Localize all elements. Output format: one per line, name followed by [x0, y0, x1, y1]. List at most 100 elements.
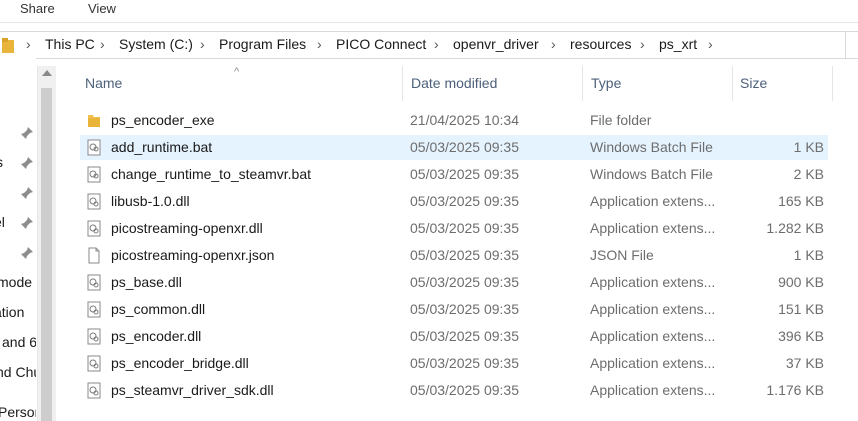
pin-icon[interactable] — [20, 246, 34, 260]
column-separator[interactable] — [582, 66, 583, 101]
list-item[interactable]: add_runtime.bat 05/03/2025 09:35 Windows… — [80, 135, 828, 160]
nav-item[interactable]: nd Chu — [0, 364, 36, 380]
breadcrumb-this-pc[interactable]: This PC — [45, 36, 95, 52]
file-type: Application extens... — [590, 355, 716, 371]
list-item[interactable]: ps_steamvr_driver_sdk.dll 05/03/2025 09:… — [80, 378, 828, 403]
file-name: ps_common.dll — [111, 301, 206, 317]
list-item[interactable]: ps_encoder_bridge.dll 05/03/2025 09:35 A… — [80, 351, 828, 376]
list-item[interactable]: ps_base.dll 05/03/2025 09:35 Application… — [80, 270, 828, 295]
file-type: Application extens... — [590, 301, 716, 317]
column-header-date-modified[interactable]: Date modified — [411, 66, 497, 101]
list-item[interactable]: ps_encoder_exe 21/04/2025 10:34 File fol… — [80, 108, 828, 133]
column-separator[interactable] — [832, 66, 833, 101]
dll-file-icon — [87, 301, 101, 318]
pin-icon[interactable] — [20, 186, 34, 200]
nav-scrollbar[interactable] — [37, 66, 56, 421]
breadcrumb-system-c[interactable]: System (C:) — [119, 36, 193, 52]
nav-item[interactable]: s — [0, 154, 3, 170]
batch-file-icon — [87, 139, 101, 156]
dll-file-icon — [87, 328, 101, 345]
column-header-name[interactable]: Name — [85, 66, 122, 101]
pin-icon[interactable] — [20, 126, 34, 140]
file-name: ps_base.dll — [111, 274, 182, 290]
file-type: Windows Batch File — [590, 166, 713, 182]
file-name: change_runtime_to_steamvr.bat — [111, 166, 312, 182]
file-type: Application extens... — [590, 274, 716, 290]
file-type: Application extens... — [590, 220, 716, 236]
file-type: Application extens... — [590, 382, 716, 398]
dll-file-icon — [87, 274, 101, 291]
list-item[interactable]: change_runtime_to_steamvr.bat 05/03/2025… — [80, 162, 828, 187]
scroll-up-icon[interactable] — [42, 70, 52, 76]
list-item[interactable]: picostreaming-openxr.dll 05/03/2025 09:3… — [80, 216, 828, 241]
json-file-icon — [88, 247, 100, 264]
breadcrumb-separator[interactable]: › — [317, 36, 322, 52]
file-date: 05/03/2025 09:35 — [410, 220, 519, 236]
breadcrumb-pico-connect[interactable]: PICO Connect — [336, 36, 426, 52]
breadcrumb-resources[interactable]: resources — [570, 36, 631, 52]
breadcrumb-program-files[interactable]: Program Files — [219, 36, 306, 52]
pin-icon[interactable] — [20, 156, 34, 170]
nav-marker: : — [0, 92, 1, 103]
ribbon-tabs: Share View — [0, 0, 858, 23]
file-type: Windows Batch File — [590, 139, 713, 155]
tab-share[interactable]: Share — [20, 0, 55, 20]
file-date: 05/03/2025 09:35 — [410, 193, 519, 209]
sort-up-icon: ^ — [234, 66, 240, 78]
file-type: File folder — [590, 112, 652, 128]
file-date: 05/03/2025 09:35 — [410, 382, 519, 398]
file-size: 1.282 KB — [766, 220, 824, 236]
file-name: ps_encoder_exe — [111, 112, 215, 128]
file-size: 1 KB — [793, 247, 824, 263]
file-date: 05/03/2025 09:35 — [410, 328, 519, 344]
breadcrumb-separator[interactable]: › — [708, 36, 713, 52]
nav-item[interactable]: mode — [0, 274, 32, 290]
folder-icon — [2, 38, 14, 53]
column-header-size[interactable]: Size — [740, 66, 767, 101]
column-header-type[interactable]: Type — [591, 66, 621, 101]
breadcrumb-separator[interactable]: › — [640, 36, 645, 52]
file-date: 21/04/2025 10:34 — [410, 112, 519, 128]
column-separator[interactable] — [732, 66, 733, 101]
dll-file-icon — [87, 382, 101, 399]
address-bar[interactable]: › This PC › System (C:) › Program Files … — [0, 31, 858, 59]
dll-file-icon — [87, 193, 101, 210]
folder-icon — [88, 115, 100, 127]
breadcrumb-separator[interactable]: › — [26, 36, 31, 52]
file-size: 1.176 KB — [766, 382, 824, 398]
dll-file-icon — [87, 220, 101, 237]
pin-icon[interactable] — [20, 216, 34, 230]
file-name: add_runtime.bat — [111, 139, 213, 155]
list-item[interactable]: ps_common.dll 05/03/2025 09:35 Applicati… — [80, 297, 828, 322]
file-date: 05/03/2025 09:35 — [410, 301, 519, 317]
list-item[interactable]: picostreaming-openxr.json 05/03/2025 09:… — [80, 243, 828, 268]
breadcrumb-separator[interactable]: › — [100, 36, 105, 52]
file-size: 396 KB — [778, 328, 824, 344]
file-size: 1 KB — [793, 139, 824, 155]
file-date: 05/03/2025 09:35 — [410, 247, 519, 263]
file-size: 37 KB — [785, 355, 824, 371]
file-name: ps_encoder.dll — [111, 328, 202, 344]
breadcrumb-separator[interactable]: › — [200, 36, 205, 52]
file-size: 165 KB — [778, 193, 824, 209]
dll-file-icon — [87, 355, 101, 372]
file-date: 05/03/2025 09:35 — [410, 139, 519, 155]
scroll-thumb[interactable] — [41, 88, 52, 421]
column-separator[interactable] — [402, 66, 403, 101]
file-name: picostreaming-openxr.dll — [111, 220, 263, 236]
file-type: Application extens... — [590, 328, 716, 344]
list-item[interactable]: ps_encoder.dll 05/03/2025 09:35 Applicat… — [80, 324, 828, 349]
file-name: ps_encoder_bridge.dll — [111, 355, 249, 371]
file-type: Application extens... — [590, 193, 716, 209]
tab-view[interactable]: View — [88, 0, 116, 20]
breadcrumb-openvr-driver[interactable]: openvr_driver — [453, 36, 539, 52]
list-item[interactable]: libusb-1.0.dll 05/03/2025 09:35 Applicat… — [80, 189, 828, 214]
breadcrumb-ps-xrt[interactable]: ps_xrt — [659, 36, 697, 52]
breadcrumb-separator[interactable]: › — [434, 36, 439, 52]
nav-item[interactable]: and 6 — [2, 334, 36, 350]
nav-item[interactable]: el — [0, 214, 5, 230]
nav-item[interactable]: Person — [0, 404, 36, 420]
breadcrumb-separator[interactable]: › — [551, 36, 556, 52]
file-type: JSON File — [590, 247, 654, 263]
nav-item[interactable]: ation — [0, 304, 24, 320]
